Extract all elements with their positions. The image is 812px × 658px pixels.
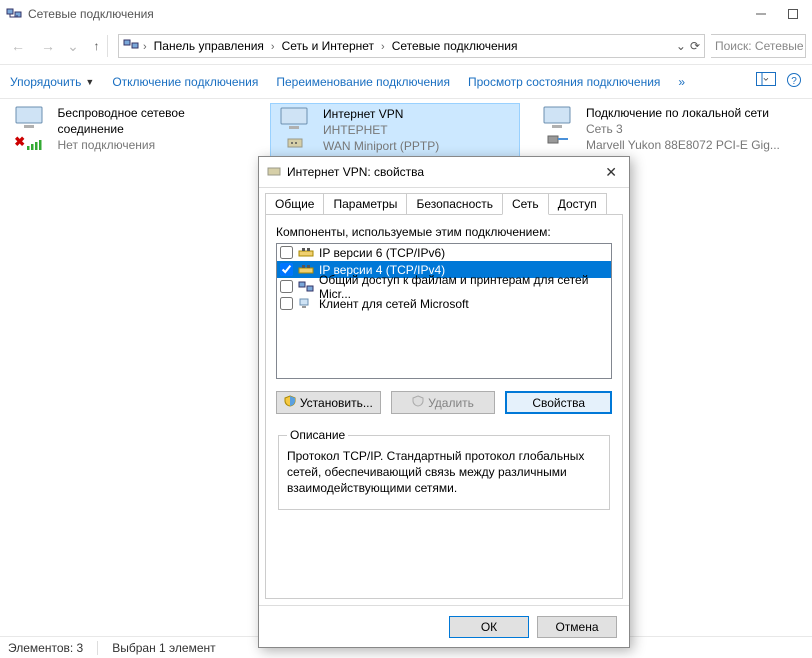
maximize-button[interactable]	[786, 7, 800, 21]
protocol-icon	[298, 263, 314, 277]
connection-device: Marvell Yukon 88E8072 PCI-E Gig...	[586, 137, 780, 153]
organize-button[interactable]: Упорядочить▼	[10, 75, 94, 89]
dialog-button-row: ОК Отмена	[259, 605, 629, 647]
list-item-ipv6[interactable]: IP версии 6 (TCP/IPv6)	[277, 244, 611, 261]
description-group: Описание Протокол TCP/IP. Стандартный пр…	[278, 428, 610, 510]
list-item-file-share[interactable]: Общий доступ к файлам и принтерам для се…	[277, 278, 611, 295]
connection-name: Интернет VPN	[323, 106, 439, 122]
help-icon[interactable]: ?	[786, 72, 802, 91]
up-button[interactable]: ↑	[86, 35, 108, 57]
list-item-label: Клиент для сетей Microsoft	[319, 297, 469, 311]
connection-item-wireless[interactable]: ✖ Беспроводное сетевое соединение Нет по…	[6, 103, 256, 156]
address-bar[interactable]: Панель управления Сеть и Интернет Сетевы…	[118, 34, 705, 58]
connection-item-lan[interactable]: Подключение по локальной сети Сеть 3 Mar…	[534, 103, 784, 156]
address-dropdown-icon[interactable]: ⌄	[676, 39, 686, 53]
disable-connection-button[interactable]: Отключение подключения	[112, 75, 258, 89]
tab-general[interactable]: Общие	[265, 193, 324, 215]
window-titlebar: Сетевые подключения	[0, 0, 812, 28]
status-selection: Выбран 1 элемент	[112, 641, 215, 655]
shield-icon	[412, 395, 424, 410]
command-toolbar: Упорядочить▼ Отключение подключения Пере…	[0, 65, 812, 99]
connection-network: ИНТЕРНЕТ	[323, 122, 439, 138]
modem-icon	[267, 164, 281, 181]
window-title: Сетевые подключения	[28, 7, 754, 21]
dialog-titlebar[interactable]: Интернет VPN: свойства ✕	[259, 157, 629, 187]
svg-text:?: ?	[791, 76, 797, 87]
wifi-bars-icon	[27, 138, 45, 150]
checkbox-client[interactable]	[280, 297, 293, 310]
monitor-icon	[540, 105, 576, 133]
refresh-icon[interactable]: ⟳	[690, 39, 700, 53]
rename-connection-button[interactable]: Переименование подключения	[276, 75, 450, 89]
breadcrumb[interactable]: Сеть и Интернет	[279, 39, 377, 53]
properties-button[interactable]: Свойства	[505, 391, 612, 414]
description-text: Протокол TCP/IP. Стандартный протокол гл…	[287, 448, 601, 497]
tab-network[interactable]: Сеть	[502, 193, 549, 215]
tab-panel-network: Компоненты, используемые этим подключени…	[265, 214, 623, 599]
network-connections-icon	[6, 6, 22, 22]
uninstall-button: Удалить	[391, 391, 496, 414]
client-icon	[298, 297, 314, 311]
toolbar-overflow[interactable]: »	[678, 75, 685, 89]
history-dropdown[interactable]: ⌄	[66, 34, 80, 58]
cancel-button[interactable]: Отмена	[537, 616, 617, 638]
shield-icon	[284, 395, 296, 410]
checkbox-ipv6[interactable]	[280, 246, 293, 259]
search-placeholder: Поиск: Сетевые п	[715, 39, 806, 53]
connection-item-vpn[interactable]: Интернет VPN ИНТЕРНЕТ WAN Miniport (PPTP…	[270, 103, 520, 158]
connection-status: Нет подключения	[58, 137, 252, 153]
minimize-button[interactable]	[754, 7, 768, 21]
navigation-bar: ← → ⌄ ↑ Панель управления Сеть и Интерне…	[0, 28, 812, 64]
checkbox-file-share[interactable]	[280, 280, 293, 293]
view-icon[interactable]	[756, 72, 776, 91]
chevron-icon	[271, 39, 275, 53]
close-button[interactable]: ✕	[601, 164, 621, 181]
chevron-icon	[381, 39, 385, 53]
status-count: Элементов: 3	[8, 641, 98, 655]
modem-icon	[286, 135, 304, 149]
breadcrumb[interactable]: Сетевые подключения	[389, 39, 521, 53]
connection-name: Подключение по локальной сети	[586, 105, 780, 121]
list-item-label: IP версии 6 (TCP/IPv6)	[319, 246, 445, 260]
connection-network: Сеть 3	[586, 121, 780, 137]
components-label: Компоненты, используемые этим подключени…	[276, 225, 612, 239]
status-connection-button[interactable]: Просмотр состояния подключения	[468, 75, 660, 89]
ok-button[interactable]: ОК	[449, 616, 529, 638]
connection-name: Беспроводное сетевое соединение	[58, 105, 252, 137]
service-icon	[298, 280, 314, 294]
back-button[interactable]: ←	[6, 34, 30, 58]
monitor-icon	[12, 105, 48, 133]
tab-options[interactable]: Параметры	[323, 193, 407, 215]
properties-dialog: Интернет VPN: свойства ✕ Общие Параметры…	[258, 156, 630, 648]
dialog-tabs: Общие Параметры Безопасность Сеть Доступ	[259, 188, 629, 214]
search-input[interactable]: Поиск: Сетевые п	[711, 34, 806, 58]
tab-sharing[interactable]: Доступ	[548, 193, 607, 215]
forward-button[interactable]: →	[36, 34, 60, 58]
breadcrumb[interactable]: Панель управления	[151, 39, 267, 53]
monitor-icon	[277, 106, 313, 134]
install-button[interactable]: Установить...	[276, 391, 381, 414]
error-x-icon: ✖	[14, 134, 25, 150]
description-legend: Описание	[287, 428, 348, 442]
tab-security[interactable]: Безопасность	[406, 193, 503, 215]
checkbox-ipv4[interactable]	[280, 263, 293, 276]
ethernet-plug-icon	[547, 134, 569, 146]
components-listbox[interactable]: IP версии 6 (TCP/IPv6) IP версии 4 (TCP/…	[276, 243, 612, 379]
connection-device: WAN Miniport (PPTP)	[323, 138, 439, 154]
network-connections-icon	[123, 37, 139, 56]
chevron-icon	[143, 39, 147, 53]
protocol-icon	[298, 246, 314, 260]
dialog-title: Интернет VPN: свойства	[287, 165, 601, 179]
